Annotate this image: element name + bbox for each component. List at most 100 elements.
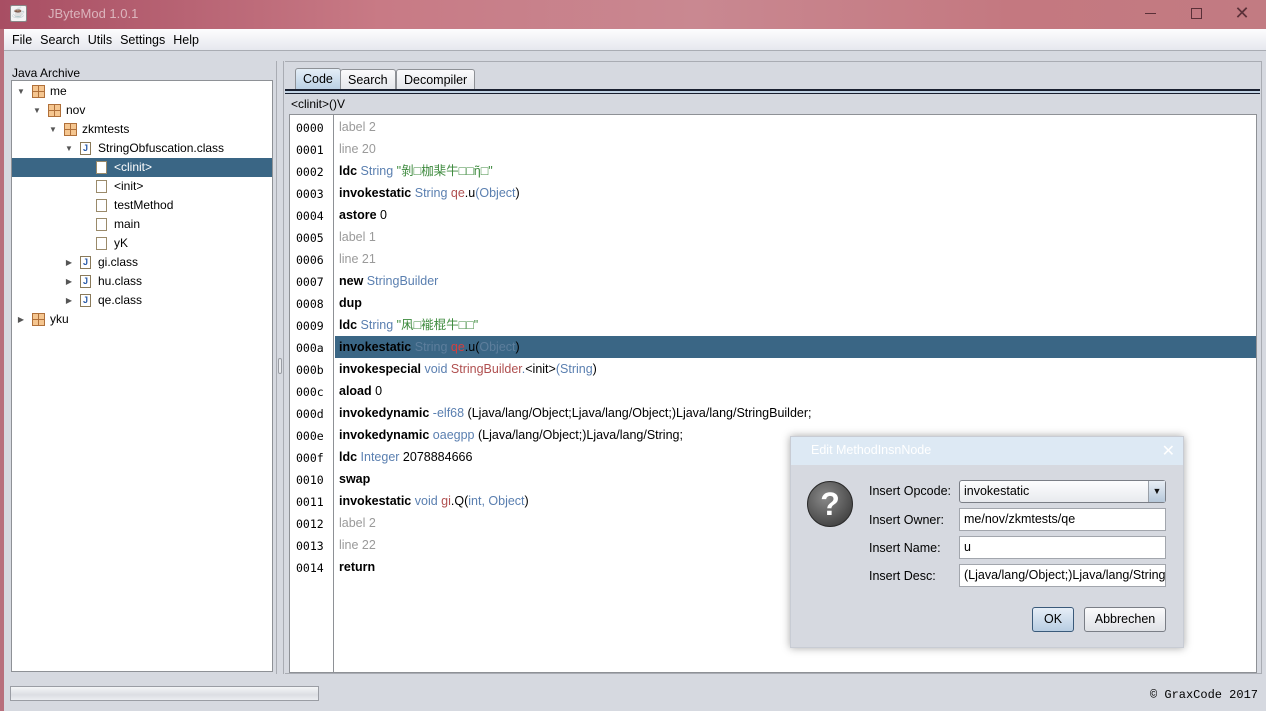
tree-node[interactable]: testMethod (12, 196, 272, 215)
instruction-row[interactable]: 0002 ldc String "剝□枷棐牛□□ῆ□" (290, 160, 1256, 182)
instruction-row[interactable]: 0009 ldc String "凩□褦棍牛□□" (290, 314, 1256, 336)
menu-utils[interactable]: Utils (85, 29, 115, 51)
tree-node[interactable]: <init> (12, 177, 272, 196)
tree-node-label: yku (50, 312, 69, 326)
name-input[interactable]: u (959, 536, 1166, 559)
title-bar: ☕ JByteMod 1.0.1 ✕ (0, 0, 1266, 29)
instruction-token-type: void (411, 494, 442, 508)
instruction-row[interactable]: 0005 label 1 (290, 226, 1256, 248)
tree-node-label: qe.class (98, 293, 143, 307)
menu-bar: File Search Utils Settings Help (4, 29, 1266, 51)
tree-node[interactable]: <clinit> (12, 158, 272, 177)
class-icon: J (80, 142, 91, 155)
menu-search[interactable]: Search (37, 29, 83, 51)
instruction-text: ldc String "凩□褦棍牛□□" (335, 314, 1256, 336)
instruction-text: invokestatic String qe.u(Object) (335, 182, 1256, 204)
tree-node[interactable]: ▶ Jgi.class (12, 253, 272, 272)
tree-node[interactable]: main (12, 215, 272, 234)
chevron-down-icon[interactable]: ▼ (1148, 481, 1165, 502)
menu-file[interactable]: File (9, 29, 35, 51)
instruction-row[interactable]: 0006 line 21 (290, 248, 1256, 270)
instruction-token-op: invokedynamic (339, 406, 430, 420)
instruction-row[interactable]: 0008 dup (290, 292, 1256, 314)
tab-code[interactable]: Code (295, 68, 341, 90)
instruction-row[interactable]: 0004 astore 0 (290, 204, 1256, 226)
menu-help[interactable]: Help (170, 29, 202, 51)
instruction-row[interactable]: 000c aload 0 (290, 380, 1256, 402)
tree-node[interactable]: ▶ yku (12, 310, 272, 329)
tree-node-label: nov (66, 103, 86, 117)
instruction-token-op: aload (339, 384, 372, 398)
tree-node-label: StringObfuscation.class (98, 141, 225, 155)
method-icon (96, 180, 107, 193)
instruction-row[interactable]: 000b invokespecial void StringBuilder.<in… (290, 358, 1256, 380)
close-icon: ✕ (1234, 3, 1250, 23)
instruction-index: 0013 (296, 539, 324, 553)
tree-node-label: me (50, 84, 67, 98)
maximize-button[interactable] (1173, 0, 1219, 29)
instruction-token-plain: ) (524, 494, 529, 508)
minimize-icon (1144, 13, 1156, 14)
cancel-button[interactable]: Abbrechen (1084, 607, 1166, 632)
instruction-text: astore 0 (335, 204, 1256, 226)
splitter-grip-icon[interactable] (278, 358, 282, 374)
instruction-index: 000c (296, 385, 324, 399)
instruction-row[interactable]: 0000 label 2 (290, 116, 1256, 138)
instruction-token-op: astore (339, 208, 377, 222)
collapse-toggle-icon[interactable]: ▶ (64, 291, 74, 310)
expand-toggle-icon[interactable]: ▼ (32, 101, 42, 120)
instruction-row[interactable]: 0003 invokestatic String qe.u(Object) (290, 182, 1256, 204)
tree-node[interactable]: ▼ me (12, 82, 272, 101)
tree-node-label: <clinit> (114, 160, 153, 174)
close-button[interactable]: ✕ (1219, 0, 1265, 29)
instruction-token-muted: label 1 (339, 230, 376, 244)
expand-toggle-icon[interactable]: ▼ (16, 82, 26, 101)
instruction-token-plain: .u( (464, 340, 480, 354)
collapse-toggle-icon[interactable]: ▶ (16, 310, 26, 329)
instruction-index: 0003 (296, 187, 324, 201)
instruction-text: line 20 (335, 138, 1256, 160)
tree-node[interactable]: ▼ zkmtests (12, 120, 272, 139)
tree-node[interactable]: ▼ nov (12, 101, 272, 120)
collapse-toggle-icon[interactable]: ▶ (64, 272, 74, 291)
instruction-text: invokestatic String qe.u(Object) (335, 336, 1256, 358)
package-icon (48, 104, 61, 117)
instruction-row[interactable]: 000a invokestatic String qe.u(Object) (290, 336, 1256, 358)
instruction-row[interactable]: 0007 new StringBuilder (290, 270, 1256, 292)
instruction-index: 0011 (296, 495, 324, 509)
instruction-text: label 2 (335, 116, 1256, 138)
owner-input[interactable]: me/nov/zkmtests/qe (959, 508, 1166, 531)
instruction-token-str: "剝□枷棐牛□□ῆ□" (396, 164, 493, 178)
instruction-token-type: String (357, 164, 397, 178)
collapse-toggle-icon[interactable]: ▶ (64, 253, 74, 272)
ok-button[interactable]: OK (1032, 607, 1074, 632)
instruction-token-plain: 0 (376, 208, 387, 222)
tree-node[interactable]: ▶ Jqe.class (12, 291, 272, 310)
tree-node[interactable]: yK (12, 234, 272, 253)
instruction-row[interactable]: 0001 line 20 (290, 138, 1256, 160)
archive-tree[interactable]: ▼ me ▼ nov ▼ zkmtests ▼ J StringObfuscation.clas… (11, 80, 273, 672)
tree-node[interactable]: ▼ J StringObfuscation.class (12, 139, 272, 158)
desc-label: Insert Desc: (869, 569, 936, 583)
expand-toggle-icon[interactable]: ▼ (64, 139, 74, 158)
desc-input[interactable]: (Ljava/lang/Object;)Ljava/lang/String; (959, 564, 1166, 587)
instruction-token-muted: label 2 (339, 120, 376, 134)
instruction-token-type: oaegpp (429, 428, 475, 442)
tab-search[interactable]: Search (340, 69, 396, 90)
dialog-close-icon[interactable]: ✕ (1162, 439, 1175, 465)
tree-node[interactable]: ▶ Jhu.class (12, 272, 272, 291)
expand-toggle-icon[interactable]: ▼ (48, 120, 58, 139)
name-label: Insert Name: (869, 541, 941, 555)
split-pane-divider[interactable] (276, 61, 284, 674)
instruction-row[interactable]: 000d invokedynamic -elf68 (Ljava/lang/Obj… (290, 402, 1256, 424)
instruction-index: 0001 (296, 143, 324, 157)
package-icon (32, 313, 45, 326)
instruction-index: 0010 (296, 473, 324, 487)
instruction-index: 0006 (296, 253, 324, 267)
tab-decompiler[interactable]: Decompiler (396, 69, 476, 90)
opcode-select[interactable]: invokestatic ▼ (959, 480, 1166, 503)
instruction-token-type: int, Object (468, 494, 525, 508)
menu-settings[interactable]: Settings (117, 29, 168, 51)
method-icon (96, 161, 107, 174)
minimize-button[interactable] (1127, 0, 1173, 29)
